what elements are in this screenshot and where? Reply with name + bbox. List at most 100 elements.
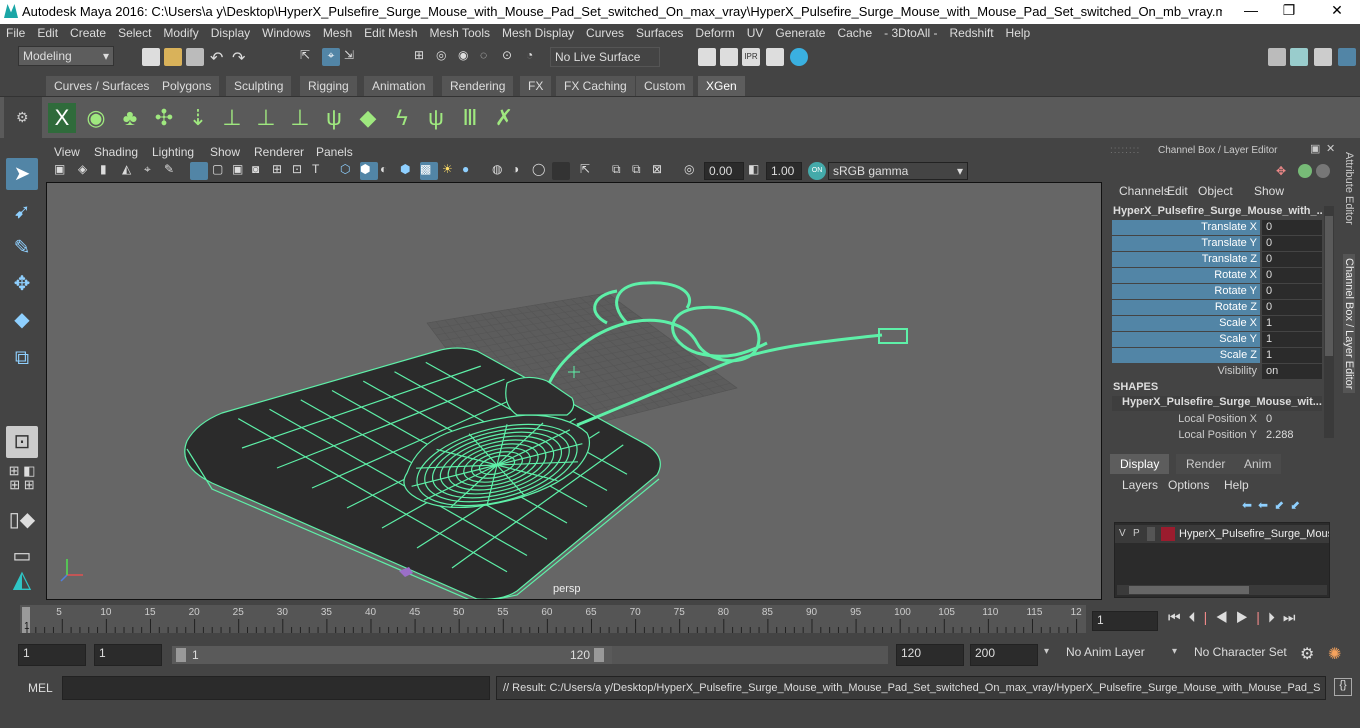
live-surface-field[interactable]: No Live Surface [550,47,660,67]
menu-modify[interactable]: Modify [157,24,204,40]
open-scene-icon[interactable] [164,48,182,66]
xgen-lock-guide-icon[interactable]: ⊥ [286,103,314,133]
shelf-tab-rendering[interactable]: Rendering [442,76,514,96]
field-chart-icon[interactable]: ⊞ [272,162,290,180]
safe-action-icon[interactable]: ⊡ [292,162,310,180]
script-editor-icon[interactable]: {} [1334,678,1352,696]
viewport-menu-renderer[interactable]: Renderer [254,145,304,159]
outliner-toggle-icon[interactable] [1290,48,1308,66]
timeline-ruler[interactable]: 5 10 15 20 25 30 35 40 45 50 55 60 65 70 75 80 85 90 95 100… [0,603,1090,635]
xgen-add-guides-icon[interactable]: ✣ [150,103,178,133]
layer-menu-layers[interactable]: Layers [1122,478,1158,492]
xray-joints-icon[interactable]: ⧉ [612,162,630,180]
shelf-tab-curves-surfaces[interactable]: Curves / Surfaces [46,76,158,96]
menu-select[interactable]: Select [112,24,157,40]
xgen-leaf-icon[interactable]: ♣ [116,103,144,133]
shelf-tab-custom[interactable]: Custom [636,76,694,96]
play-backward-icon[interactable]: ◀ [1215,609,1236,625]
channel-row[interactable]: Visibility on [1112,364,1322,380]
multisample-icon[interactable]: ◑ [512,162,530,180]
close-panel-icon[interactable]: ✕ [1326,142,1335,155]
xgen-place-guide-icon[interactable]: ⇣ [184,103,212,133]
channel-row[interactable]: Scale X1 [1112,316,1322,332]
select-by-hierarchy-icon[interactable]: ⇱ [300,48,318,66]
shelf-tab-sculpting[interactable]: Sculpting [226,76,292,96]
xgen-grass-icon[interactable]: ψ [320,103,348,133]
chevron-down-icon[interactable]: ▾ [1172,646,1177,657]
image-plane-icon[interactable]: ◭ [122,162,140,180]
render-view-icon[interactable] [766,48,784,66]
channel-value[interactable]: 0 [1262,300,1322,315]
perspective-viewport[interactable]: persp [46,182,1102,600]
color-space-dropdown[interactable]: sRGB gamma ▾ [828,162,968,180]
layer-hscrollbar[interactable] [1117,585,1327,595]
resolution-gate-icon[interactable]: ▣ [232,162,250,180]
single-layout-icon[interactable]: ⊡ [6,426,38,458]
menu-curves[interactable]: Curves [580,24,630,40]
xgen-delete-guide-icon[interactable]: ✗ [490,103,518,133]
animation-prefs-icon[interactable]: ✺ [1328,644,1341,664]
wireframe-icon[interactable]: ⬡ [340,162,358,180]
step-forward-key-icon[interactable]: ⏵ [1268,609,1283,625]
xgen-sculpt-icon[interactable]: ϟ [388,103,416,133]
xray-components-icon[interactable]: ⧉ [632,162,650,180]
snap-view-icon[interactable]: ◌ [480,48,498,66]
channel-menu-show[interactable]: Show [1254,184,1284,198]
xgen-guide-icon[interactable]: ⊥ [218,103,246,133]
depth-of-field-icon[interactable]: ◯ [532,162,550,180]
chevron-down-icon[interactable]: ▾ [1044,646,1049,657]
snap-live-icon[interactable]: ◔ [526,48,544,66]
channel-value[interactable]: 1 [1262,348,1322,363]
shadows-icon[interactable]: ☀ [442,162,460,180]
xgen-editor-icon[interactable]: X [48,103,76,133]
2d-pan-zoom-icon[interactable]: ⌖ [144,162,162,180]
save-scene-icon[interactable] [186,48,204,66]
snap-curve-icon[interactable]: ◎ [436,48,454,66]
select-tool-icon[interactable]: ➤ [6,158,38,190]
drag-handle[interactable]: :::::::: [1110,145,1140,156]
viewport-menu-show[interactable]: Show [210,145,240,159]
menu-uv[interactable]: UV [741,24,770,40]
layer-tab-render[interactable]: Render [1176,454,1236,474]
exposure-field[interactable]: 0.00 [704,162,744,180]
channel-box-toggle-icon[interactable] [1338,48,1356,66]
script-language-label[interactable]: MEL [28,681,53,695]
shelf-tab-animation[interactable]: Animation [364,76,434,96]
menu-generate[interactable]: Generate [769,24,831,40]
channel-value[interactable]: 0 [1262,236,1322,251]
menu-surfaces[interactable]: Surfaces [630,24,689,40]
camera-icon[interactable]: ▣ [54,162,72,180]
snap-point-icon[interactable]: ◉ [458,48,476,66]
tab-attribute-editor[interactable]: Attribute Editor [1343,152,1355,225]
menu-deform[interactable]: Deform [689,24,740,40]
close-button[interactable]: ✕ [1322,2,1352,19]
isolate-select-icon[interactable]: ⇱ [580,162,598,180]
menu-3dtoall[interactable]: - 3DtoAll - [878,24,943,40]
channel-value[interactable]: 0 [1262,220,1322,235]
anim-layer-dropdown[interactable]: No Anim Layer [1062,644,1162,666]
shelf-tab-fx-caching[interactable]: FX Caching [556,76,635,96]
layer-tab-display[interactable]: Display [1110,454,1170,474]
maximize-button[interactable]: ❐ [1274,2,1304,19]
hypershade-icon[interactable] [790,48,808,66]
viewport-menu-panels[interactable]: Panels [316,145,353,159]
layer-color-swatch[interactable] [1161,527,1175,541]
layer-row[interactable]: V P HyperX_Pulsefire_Surge_Mouse [1115,525,1329,543]
layer-menu-options[interactable]: Options [1168,478,1209,492]
wireframe-on-shaded-icon[interactable]: ◐ [380,162,398,180]
render-settings-icon[interactable] [698,48,716,66]
xgen-bend-guide-icon[interactable]: ⊥ [252,103,280,133]
channel-row[interactable]: Rotate Y0 [1112,284,1322,300]
color-management-icon[interactable]: ON [808,162,826,180]
scrollbar-thumb[interactable] [1325,216,1333,356]
rotate-tool-icon[interactable]: ◆ [6,304,38,336]
move-tool-icon[interactable]: ✥ [6,268,38,300]
menu-mesh[interactable]: Mesh [317,24,358,40]
menu-edit[interactable]: Edit [31,24,64,40]
xgen-attract-icon[interactable]: Ⅲ [456,103,484,133]
channel-row[interactable]: Translate Z0 [1112,252,1322,268]
screen-space-ao-icon[interactable]: ● [462,162,480,180]
gate-mask-icon[interactable]: ◙ [252,162,270,180]
channel-row[interactable]: Scale Z1 [1112,348,1322,364]
play-forward-icon[interactable]: ▶ [1236,609,1257,625]
